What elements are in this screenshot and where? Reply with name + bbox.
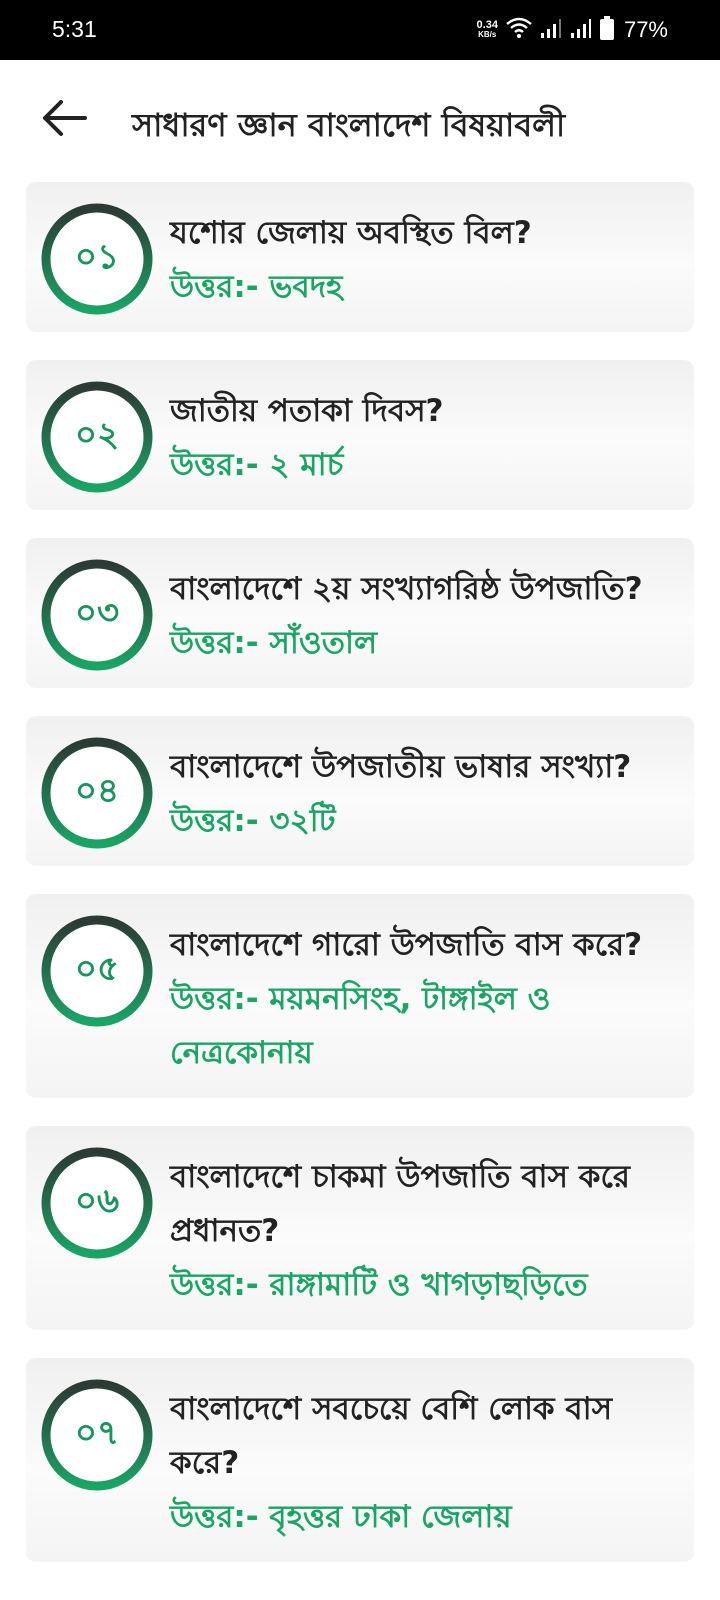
question-text: যশোর জেলায় অবস্থিত বিল? [170, 215, 532, 251]
answer-text: উত্তর:- রাঙ্গামাটি ও খাগড়াছড়িতে [170, 1267, 588, 1303]
signal-icon [540, 17, 562, 44]
page-title: সাধারণ জ্ঞান বাংলাদেশ বিষয়াবলী [132, 106, 566, 144]
answer-text: উত্তর:- ময়মনসিংহ, টাঙ্গাইল ও নেত্রকোনায… [170, 981, 551, 1071]
battery-icon [599, 15, 614, 45]
number-badge: ০৭ [40, 1378, 154, 1492]
number-label: ০১ [74, 236, 120, 277]
question-text: জাতীয় পতাকা দিবস? [170, 393, 444, 429]
number-badge: ০৩ [40, 558, 154, 672]
number-label: ০৭ [74, 1412, 120, 1453]
qa-list[interactable]: ০১ যশোর জেলায় অবস্থিত বিল? উত্তর:- ভবদহ… [26, 182, 694, 1590]
net-speed-unit: KB/s [478, 30, 497, 39]
arrow-left-icon [41, 98, 87, 142]
app-bar: সাধারণ জ্ঞান বাংলাদেশ বিষয়াবলী [0, 60, 720, 180]
qa-card[interactable]: ০৫ বাংলাদেশে গারো উপজাতি বাস করে? উত্তর:… [26, 894, 694, 1098]
answer-text: উত্তর:- বৃহত্তর ঢাকা জেলায় [170, 1499, 512, 1535]
qa-card[interactable]: ০৪ বাংলাদেশে উপজাতীয় ভাষার সংখ্যা? উত্ত… [26, 716, 694, 866]
number-badge: ০২ [40, 380, 154, 494]
number-badge: ০১ [40, 202, 154, 316]
question-text: বাংলাদেশে উপজাতীয় ভাষার সংখ্যা? [170, 749, 632, 785]
qa-card[interactable]: ০৭ বাংলাদেশে সবচেয়ে বেশি লোক বাস করে? উ… [26, 1358, 694, 1562]
signal-icon [570, 17, 592, 44]
back-button[interactable] [36, 96, 92, 144]
qa-card[interactable]: ০৩ বাংলাদেশে ২য় সংখ্যাগরিষ্ঠ উপজাতি? উত… [26, 538, 694, 688]
question-text: বাংলাদেশে গারো উপজাতি বাস করে? [170, 927, 643, 963]
qa-card[interactable]: ০১ যশোর জেলায় অবস্থিত বিল? উত্তর:- ভবদহ [26, 182, 694, 332]
answer-text: উত্তর:- ২ মার্চ [170, 447, 344, 483]
answer-text: উত্তর:- ভবদহ [170, 269, 343, 305]
number-label: ০৪ [74, 770, 120, 811]
number-badge: ০৬ [40, 1146, 154, 1260]
wifi-icon [506, 17, 532, 44]
qa-card[interactable]: ০৬ বাংলাদেশে চাকমা উপজাতি বাস করে প্রধান… [26, 1126, 694, 1330]
answer-text: উত্তর:- ৩২টি [170, 803, 336, 839]
number-label: ০৩ [74, 592, 120, 633]
number-badge: ০৫ [40, 914, 154, 1028]
number-badge: ০৪ [40, 736, 154, 850]
number-label: ০২ [74, 414, 120, 455]
status-bar: 5:31 0.34 KB/s 77% [0, 0, 720, 60]
number-label: ০৬ [74, 1180, 120, 1221]
question-text: বাংলাদেশে সবচেয়ে বেশি লোক বাস করে? [170, 1391, 613, 1481]
question-text: বাংলাদেশে ২য় সংখ্যাগরিষ্ঠ উপজাতি? [170, 571, 643, 607]
qa-card[interactable]: ০২ জাতীয় পতাকা দিবস? উত্তর:- ২ মার্চ [26, 360, 694, 510]
question-text: বাংলাদেশে চাকমা উপজাতি বাস করে প্রধানত? [170, 1159, 630, 1249]
net-speed: 0.34 KB/s [477, 20, 498, 40]
battery-percent: 77% [623, 17, 668, 42]
status-time: 5:31 [52, 16, 97, 42]
status-icons: 0.34 KB/s 77% [477, 14, 668, 46]
net-speed-value: 0.34 [476, 19, 498, 31]
answer-text: উত্তর:- সাঁওতাল [170, 625, 378, 661]
number-label: ০৫ [74, 948, 120, 989]
